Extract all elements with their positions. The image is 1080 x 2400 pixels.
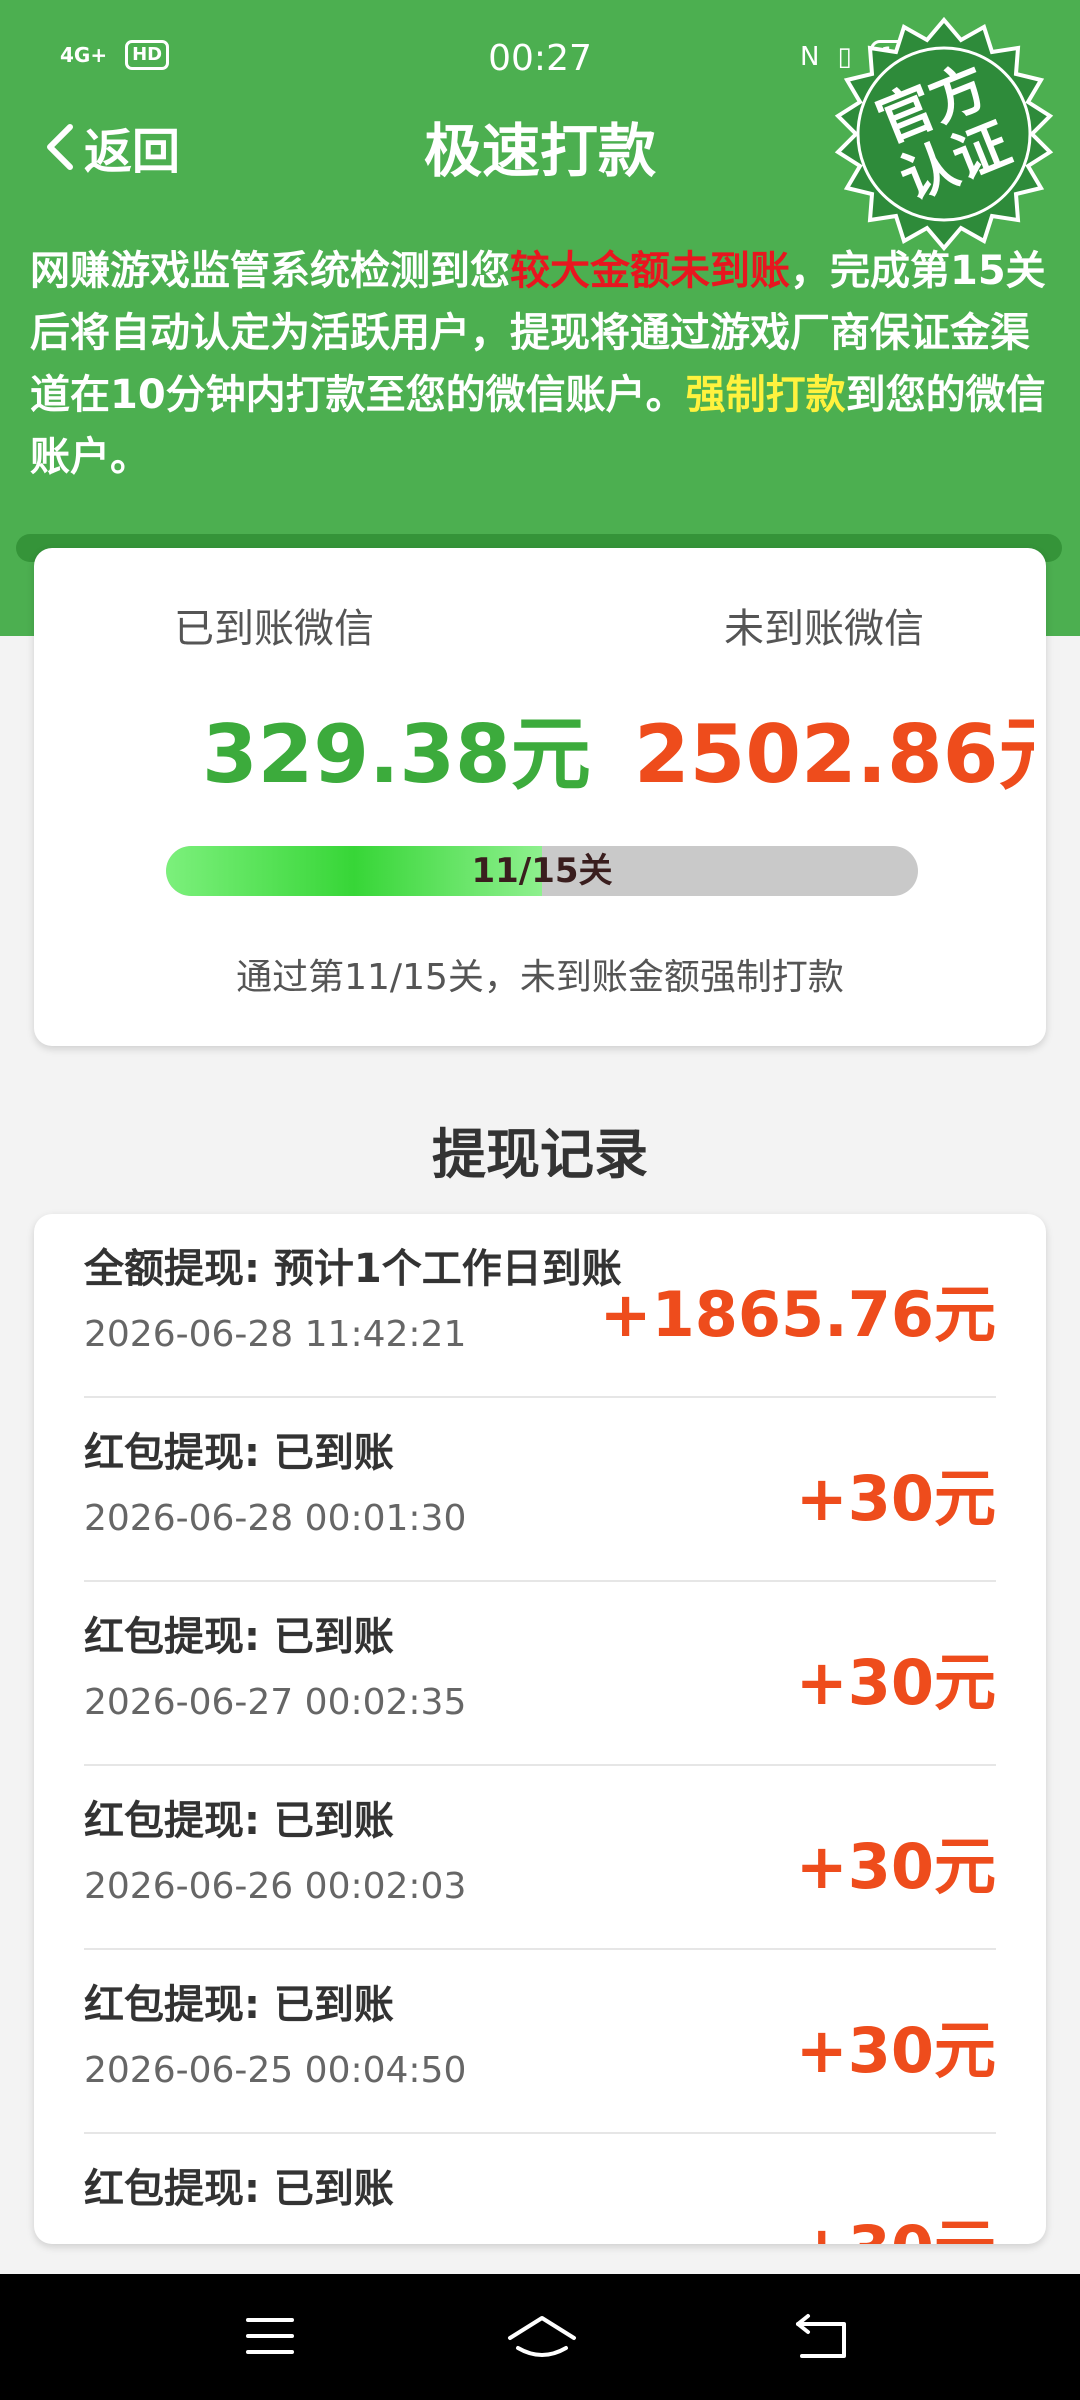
record-title: 红包提现: 已到账 <box>84 1798 394 1844</box>
record-item[interactable]: 红包提现: 已到账 2026-06-27 00:02:35 +30元 <box>84 1582 996 1766</box>
official-certification-stamp: 官方 认证 <box>826 16 1062 252</box>
received-label: 已到账微信 <box>174 606 374 652</box>
record-item[interactable]: 红包提现: 已到账 +30元 <box>84 2134 996 2244</box>
record-title: 红包提现: 已到账 <box>84 2166 394 2212</box>
record-amount: +30元 <box>795 1462 996 1535</box>
record-amount: +30元 <box>795 1830 996 1903</box>
record-title: 红包提现: 已到账 <box>84 1614 394 1660</box>
withdrawal-records-list: 全额提现: 预计1个工作日到账 2026-06-28 11:42:21 +186… <box>34 1214 1046 2244</box>
progress-label: 11/15关 <box>471 851 613 891</box>
record-amount: +30元 <box>795 1646 996 1719</box>
received-amount: 329.38元 <box>202 708 591 801</box>
records-title: 提现记录 <box>432 1123 648 1186</box>
notice-part1: 网赚游戏监管系统检测到您 <box>30 248 510 294</box>
progress-hint: 通过第11/15关，未到账金额强制打款 <box>236 957 844 998</box>
record-item[interactable]: 全额提现: 预计1个工作日到账 2026-06-28 11:42:21 +186… <box>84 1214 996 1398</box>
record-amount: +1865.76元 <box>599 1278 996 1351</box>
home-icon[interactable] <box>504 2306 580 2366</box>
pending-amount-clip: 2502.86元 <box>634 668 1034 798</box>
return-icon[interactable] <box>790 2306 854 2366</box>
record-amount: +30元 <box>795 2014 996 2087</box>
pending-label: 未到账微信 <box>724 606 924 652</box>
record-time: 2026-06-27 00:02:35 <box>84 1682 467 1723</box>
record-time: 2026-06-28 00:01:30 <box>84 1498 467 1539</box>
notice-text: 网赚游戏监管系统检测到您较大金额未到账，完成第15关后将自动认定为活跃用户，提现… <box>30 240 1050 488</box>
system-navigation-bar <box>0 2274 1080 2400</box>
record-item[interactable]: 红包提现: 已到账 2026-06-26 00:02:03 +30元 <box>84 1766 996 1950</box>
level-progress-bar: 11/15关 <box>166 846 918 896</box>
notice-highlight-yellow: 强制打款 <box>685 372 846 418</box>
balance-card: 已到账微信 未到账微信 329.38元 2502.86元 11/15关 通过第1… <box>34 548 1046 1046</box>
record-title: 红包提现: 已到账 <box>84 1430 394 1476</box>
record-title: 全额提现: 预计1个工作日到账 <box>84 1246 622 1292</box>
menu-icon[interactable] <box>238 2306 302 2366</box>
record-time: 2026-06-28 11:42:21 <box>84 1314 467 1355</box>
record-time: 2026-06-26 00:02:03 <box>84 1866 467 1907</box>
record-title: 红包提现: 已到账 <box>84 1982 394 2028</box>
notice-highlight-red: 较大金额未到账 <box>510 248 790 294</box>
pending-amount: 2502.86元 <box>634 708 1034 798</box>
record-item[interactable]: 红包提现: 已到账 2026-06-28 00:01:30 +30元 <box>84 1398 996 1582</box>
record-time: 2026-06-25 00:04:50 <box>84 2050 467 2091</box>
record-item[interactable]: 红包提现: 已到账 2026-06-25 00:04:50 +30元 <box>84 1950 996 2134</box>
record-amount: +30元 <box>796 2198 996 2244</box>
